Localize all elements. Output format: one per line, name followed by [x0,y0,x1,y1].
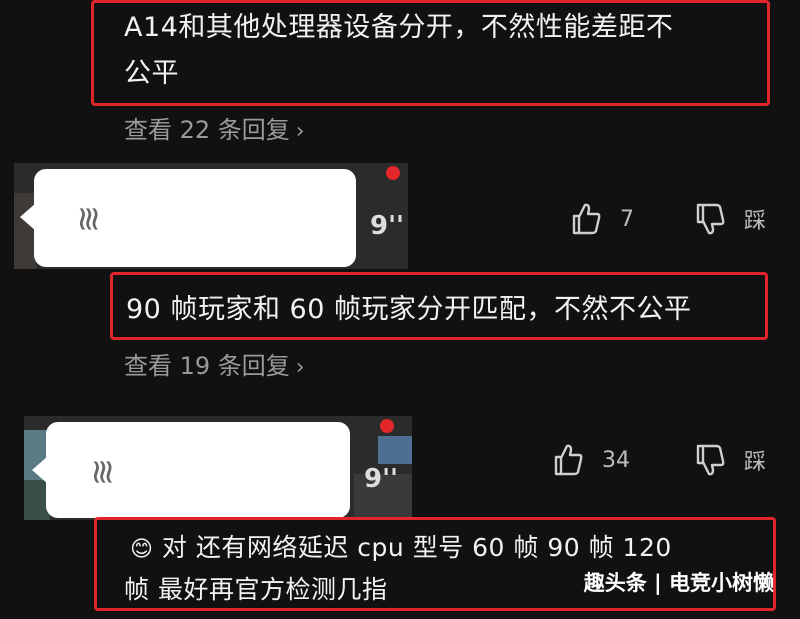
comment-3-text-line2: 帧 最好再官方检测几指 [124,575,388,604]
voice-message-bubble[interactable]: ≋ [32,422,350,518]
comment-2-text: 90 帧玩家和 60 帧玩家分开匹配，不然不公平 [126,294,692,325]
voice-duration: 9'' [370,211,405,241]
thumbs-up-icon [572,203,601,235]
smiley-emoji-icon: 😊 [130,537,154,562]
thumbs-down-icon [696,203,725,235]
view-replies-label: 查看 19 条回复 [124,352,290,380]
voice-wave-icon: ≋ [82,457,123,487]
dislike-label: 踩 [744,450,767,475]
dislike-label: 踩 [744,209,767,234]
view-replies-label: 查看 22 条回复 [124,116,290,144]
comment-3-line1-text: 对 还有网络延迟 cpu 型号 60 帧 90 帧 120 [161,533,672,562]
voice-duration: 9'' [364,464,399,494]
comment-1-text-line1: A14和其他处理器设备分开，不然性能差距不 [124,12,674,43]
like-count: 34 [602,447,630,473]
dislike-button-2[interactable]: 踩 [694,202,766,236]
dislike-button-3[interactable]: 踩 [694,443,766,477]
blurred-avatar [378,436,412,464]
watermark: 趣头条 | 电竞小树懒 [583,571,774,595]
view-replies-link-1[interactable]: 查看 22 条回复 › [124,110,305,145]
thumbs-down-icon [696,444,725,476]
chevron-right-icon: › [295,355,305,380]
like-button-2[interactable]: 7 [570,202,634,236]
voice-wave-icon: ≋ [68,204,109,234]
view-replies-link-2[interactable]: 查看 19 条回复 › [124,346,305,381]
comment-3-text-line1: 😊 对 还有网络延迟 cpu 型号 60 帧 90 帧 120 [130,528,672,570]
chevron-right-icon: › [295,119,305,144]
like-count: 7 [620,206,634,232]
recording-dot-icon [386,166,400,180]
thumbs-up-icon [554,444,583,476]
voice-comment-row-3: ≋ 9'' [24,416,412,520]
like-button-3[interactable]: 34 [552,443,630,477]
comment-1-text-line2: 公平 [124,58,179,89]
recording-dot-icon [380,419,394,433]
voice-comment-row-2: ≋ 9'' [14,163,408,269]
voice-message-bubble[interactable]: ≋ [20,169,356,267]
